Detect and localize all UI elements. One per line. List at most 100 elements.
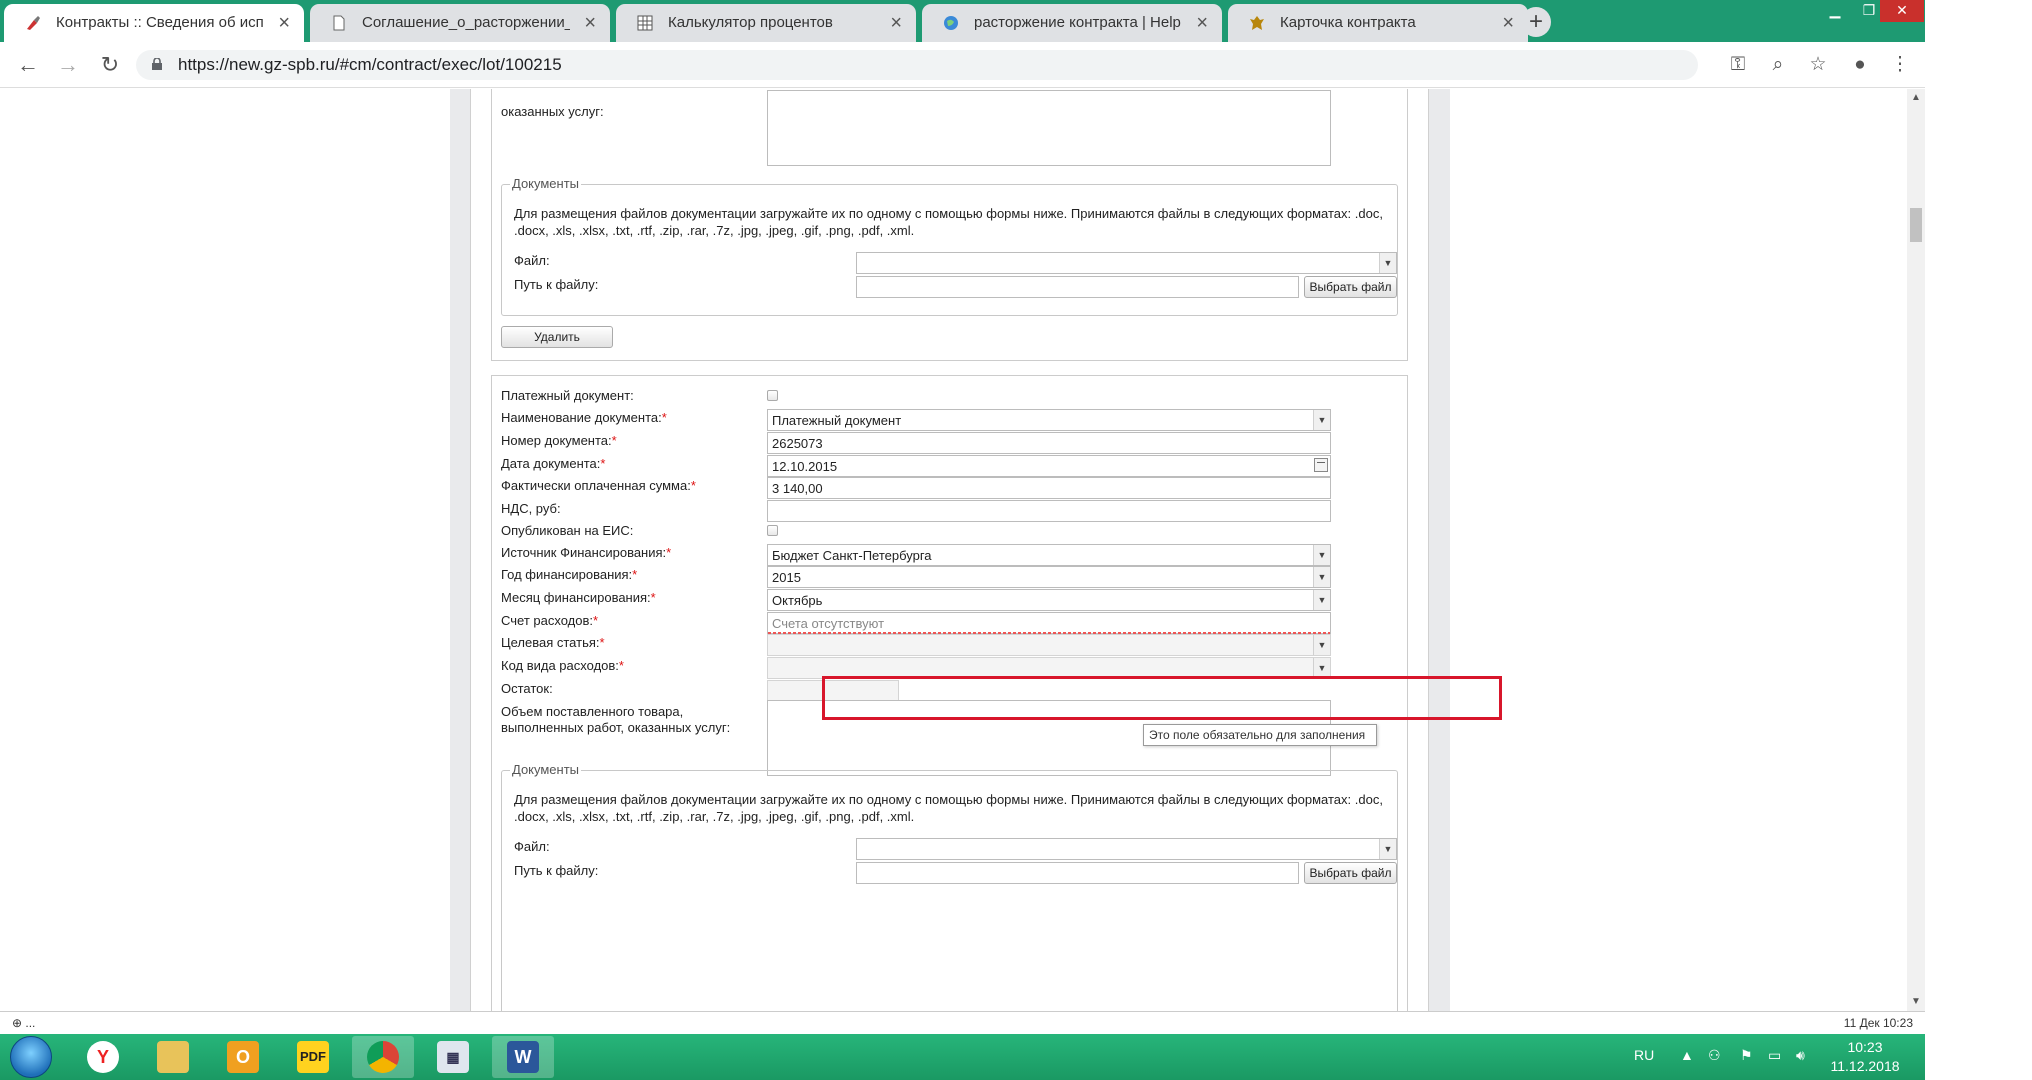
tab-helpdesk[interactable]: расторжение контракта | HelpD × bbox=[922, 4, 1222, 42]
paid-amount-input[interactable]: 3 140,00 bbox=[767, 477, 1331, 499]
document-date-input[interactable]: 12.10.2015 bbox=[767, 455, 1331, 477]
published-label: Опубликован на ЕИС: bbox=[501, 523, 634, 538]
tab-calculator[interactable]: Калькулятор процентов × bbox=[616, 4, 916, 42]
file-explorer-icon[interactable] bbox=[142, 1036, 204, 1078]
close-icon[interactable]: × bbox=[1502, 4, 1514, 42]
account-icon[interactable]: ● bbox=[1846, 51, 1874, 79]
tab-contracts[interactable]: Контракты :: Сведения об испол × bbox=[4, 4, 304, 42]
tab-title: Калькулятор процентов bbox=[668, 14, 833, 31]
url-text: https://new.gz-spb.ru/#cm/contract/exec/… bbox=[178, 55, 562, 74]
volume-icon[interactable]: 🔊︎ bbox=[1796, 1047, 1805, 1064]
file-select[interactable]: ▼ bbox=[856, 252, 1397, 274]
system-clock[interactable]: 10:23 11.12.2018 bbox=[1820, 1038, 1910, 1076]
payment-document-label: Платежный документ: bbox=[501, 388, 634, 403]
document-icon bbox=[333, 15, 345, 31]
word-icon[interactable]: W bbox=[492, 1036, 554, 1078]
funding-month-select[interactable]: Октябрь ▼ bbox=[767, 589, 1331, 611]
required-field-tooltip: Это поле обязательно для заполнения bbox=[1143, 724, 1377, 746]
previous-payment-section: оказанных услуг: Документы Для размещени… bbox=[491, 89, 1408, 361]
chevron-down-icon: ▼ bbox=[1313, 545, 1330, 565]
funding-year-select[interactable]: 2015 ▼ bbox=[767, 566, 1331, 588]
page-scrollbar[interactable]: ▲ ▼ bbox=[1907, 89, 1925, 1011]
documents-fieldset: Документы Для размещения файлов документ… bbox=[501, 762, 1398, 1011]
volume-textarea[interactable] bbox=[767, 90, 1331, 166]
target-article-select[interactable]: ▼ bbox=[767, 634, 1331, 656]
chrome-icon[interactable] bbox=[352, 1036, 414, 1078]
browse-file-button[interactable]: Выбрать файл bbox=[1304, 276, 1397, 298]
page-column: оказанных услуг: Документы Для размещени… bbox=[450, 89, 1450, 1011]
funding-source-select[interactable]: Бюджет Санкт-Петербурга ▼ bbox=[767, 544, 1331, 566]
display-icon[interactable]: ▭ bbox=[1768, 1047, 1781, 1064]
brush-icon bbox=[27, 16, 40, 30]
flag-icon[interactable]: ⚑ bbox=[1740, 1047, 1753, 1064]
zoom-icon[interactable]: ⌕ bbox=[1764, 51, 1792, 79]
clock-date: 11.12.2018 bbox=[1830, 1058, 1900, 1074]
tray-expand-icon[interactable]: ▲ bbox=[1680, 1047, 1694, 1063]
tab-title: Контракты :: Сведения об испол bbox=[56, 14, 264, 31]
menu-icon[interactable]: ⋮ bbox=[1886, 51, 1914, 79]
target-article-label: Целевая статья:* bbox=[501, 635, 605, 650]
close-icon[interactable]: × bbox=[890, 4, 902, 42]
address-bar: ← → ↻ https://new.gz-spb.ru/#cm/contract… bbox=[0, 42, 1925, 88]
chevron-down-icon: ▼ bbox=[1313, 658, 1330, 678]
volume-label: Объем поставленного товара, выполненных … bbox=[501, 704, 731, 735]
document-name-value: Платежный документ bbox=[772, 413, 902, 428]
scroll-down-icon[interactable]: ▼ bbox=[1907, 993, 1925, 1011]
close-icon[interactable]: × bbox=[1196, 4, 1208, 42]
chevron-down-icon: ▼ bbox=[1313, 567, 1330, 587]
emblem-icon bbox=[1250, 16, 1264, 30]
scroll-thumb[interactable] bbox=[1910, 208, 1922, 242]
payment-document-checkbox[interactable] bbox=[767, 390, 778, 401]
calculator-icon[interactable]: ▦ bbox=[422, 1036, 484, 1078]
contract-form: оказанных услуг: Документы Для размещени… bbox=[470, 89, 1429, 1011]
omnibox[interactable]: https://new.gz-spb.ru/#cm/contract/exec/… bbox=[136, 50, 1698, 80]
clock-time: 10:23 bbox=[1847, 1039, 1883, 1055]
document-name-select[interactable]: Платежный документ ▼ bbox=[767, 409, 1331, 431]
documents-legend: Документы bbox=[510, 762, 582, 777]
chevron-down-icon: ▼ bbox=[1313, 635, 1330, 655]
highlight-box bbox=[822, 676, 1502, 720]
status-datetime: 11 Дек 10:23 bbox=[1843, 1016, 1913, 1030]
paid-amount-label: Фактически оплаченная сумма:* bbox=[501, 478, 696, 493]
bookmark-star-icon[interactable]: ☆ bbox=[1804, 51, 1832, 79]
back-arrow-icon[interactable]: ← bbox=[14, 51, 42, 79]
browse-file-button[interactable]: Выбрать файл bbox=[1304, 862, 1397, 884]
forward-arrow-icon[interactable]: → bbox=[54, 51, 82, 79]
language-indicator[interactable]: RU bbox=[1634, 1047, 1654, 1063]
tab-title: Карточка контракта bbox=[1280, 14, 1416, 31]
pdf-icon[interactable]: PDF bbox=[282, 1036, 344, 1078]
reload-icon[interactable]: ↻ bbox=[96, 51, 124, 79]
file-path-input[interactable] bbox=[856, 276, 1299, 298]
published-checkbox[interactable] bbox=[767, 525, 778, 536]
delete-button[interactable]: Удалить bbox=[501, 326, 613, 348]
funding-source-label: Источник Финансирования:* bbox=[501, 545, 672, 560]
tab-strip: Контракты :: Сведения об испол × Соглаше… bbox=[0, 0, 1925, 42]
expense-account-input[interactable]: Счета отсутствуют bbox=[767, 612, 1331, 634]
taskbar: Y O PDF ▦ W RU ▲ ⚇ ⚑ ▭ 🔊︎ 10:23 11.12.20… bbox=[0, 1034, 1925, 1080]
documents-description: Для размещения файлов документации загру… bbox=[514, 206, 1383, 238]
tab-title: Соглашение_о_расторжении_П bbox=[362, 14, 570, 31]
status-strip: ⊕ ... 11 Дек 10:23 bbox=[0, 1011, 1925, 1034]
vat-input[interactable] bbox=[767, 500, 1331, 522]
key-icon[interactable]: ⚿ bbox=[1724, 51, 1752, 79]
file-label: Файл: bbox=[514, 839, 550, 854]
scroll-up-icon[interactable]: ▲ bbox=[1907, 89, 1925, 107]
expense-account-label: Счет расходов:* bbox=[501, 613, 599, 628]
start-button[interactable] bbox=[10, 1036, 52, 1078]
document-number-input[interactable]: 2625073 bbox=[767, 432, 1331, 454]
calendar-icon[interactable] bbox=[1314, 458, 1328, 472]
status-text: ⊕ ... bbox=[12, 1016, 36, 1030]
funding-year-label: Год финансирования:* bbox=[501, 567, 638, 582]
window-close-button[interactable]: ✕ bbox=[1880, 0, 1924, 22]
close-icon[interactable]: × bbox=[584, 4, 596, 42]
file-select[interactable]: ▼ bbox=[856, 838, 1397, 860]
new-tab-button[interactable]: + bbox=[1521, 7, 1551, 37]
tab-agreement[interactable]: Соглашение_о_расторжении_П × bbox=[310, 4, 610, 42]
file-path-input[interactable] bbox=[856, 862, 1299, 884]
network-icon[interactable]: ⚇ bbox=[1708, 1047, 1721, 1064]
yandex-browser-icon[interactable]: Y bbox=[72, 1036, 134, 1078]
close-icon[interactable]: × bbox=[278, 4, 290, 42]
tab-contract-card[interactable]: Карточка контракта × bbox=[1228, 4, 1528, 42]
outlook-icon[interactable]: O bbox=[212, 1036, 274, 1078]
lock-icon bbox=[152, 58, 162, 70]
